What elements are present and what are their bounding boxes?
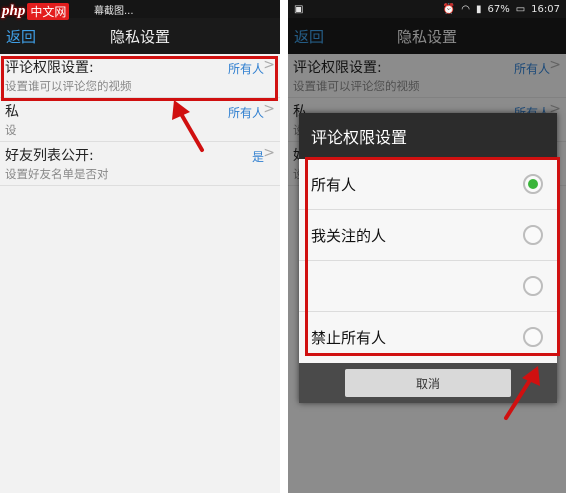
option-label: 所有人 — [311, 175, 357, 194]
row-label: 评论权限设置: — [5, 60, 94, 76]
watermark-label: 中文网 — [27, 2, 70, 20]
radio-unchecked-icon[interactable] — [523, 276, 543, 296]
friend-list-public-row[interactable]: 好友列表公开: 设置好友名单是否对 是 > — [0, 142, 280, 186]
chevron-right-icon: > — [263, 101, 275, 117]
battery-level: 67% — [487, 3, 510, 15]
chevron-right-icon: > — [263, 145, 275, 161]
radio-unchecked-icon[interactable] — [523, 327, 543, 347]
clock: 16:07 — [531, 3, 560, 15]
battery-icon: ▭ — [515, 3, 526, 15]
signal-icon: ▮ — [475, 3, 482, 15]
option-people-i-follow[interactable]: 我关注的人 — [299, 210, 557, 261]
dialog-footer: 取消 — [299, 363, 557, 403]
alarm-icon: ⏰ — [442, 3, 456, 15]
row-value: 所有人 — [227, 62, 264, 76]
row-description: 设置好友名单是否对 — [5, 167, 109, 181]
option-blank[interactable] — [299, 261, 557, 312]
row-description: 设置谁可以评论您的视频 — [5, 79, 132, 93]
wifi-icon: ◠ — [461, 3, 470, 15]
dialog-title: 评论权限设置 — [311, 128, 408, 147]
comment-permission-dialog: 评论权限设置 所有人 我关注的人 禁止所有人 取消 — [299, 113, 557, 403]
option-nobody[interactable]: 禁止所有人 — [299, 312, 557, 363]
radio-checked-icon[interactable] — [523, 174, 543, 194]
settings-list: 评论权限设置: 设置谁可以评论您的视频 所有人 > 私 设 所有人 > 好友列表… — [0, 54, 280, 186]
cancel-button[interactable]: 取消 — [345, 369, 511, 397]
permission-options: 所有人 我关注的人 禁止所有人 — [299, 159, 557, 363]
status-notification-text: 幕截图... — [94, 5, 134, 17]
chevron-right-icon: > — [263, 57, 275, 73]
row-value: 所有人 — [227, 106, 264, 120]
back-button[interactable]: 返回 — [0, 26, 36, 47]
radio-unchecked-icon[interactable] — [523, 225, 543, 245]
nav-bar: 返回 隐私设置 — [0, 18, 280, 54]
option-everyone[interactable]: 所有人 — [299, 159, 557, 210]
row-value: 是 — [251, 150, 264, 164]
status-bar: ▣ ⏰ ◠ ▮ 67% ▭ 16:07 — [288, 0, 566, 18]
comment-permission-row[interactable]: 评论权限设置: 设置谁可以评论您的视频 所有人 > — [0, 54, 280, 98]
row-label: 私 — [5, 104, 19, 120]
watermark-logo: php — [2, 2, 26, 19]
screenshot-icon: ▣ — [294, 3, 304, 15]
row-label: 好友列表公开: — [5, 148, 94, 164]
option-label: 我关注的人 — [311, 226, 387, 245]
right-phone-screen: ▣ ⏰ ◠ ▮ 67% ▭ 16:07 返回 隐私设置 评论权限设置: 设置谁可… — [288, 0, 566, 493]
left-phone-screen: php 中文网 幕截图... 返回 隐私设置 评论权限设置: 设置谁可以评论您的… — [0, 0, 280, 493]
row-description: 设 — [5, 123, 17, 137]
site-watermark: php 中文网 — [0, 0, 70, 22]
option-label: 禁止所有人 — [311, 329, 387, 347]
private-setting-row[interactable]: 私 设 所有人 > — [0, 98, 280, 142]
page-title: 隐私设置 — [109, 27, 170, 46]
